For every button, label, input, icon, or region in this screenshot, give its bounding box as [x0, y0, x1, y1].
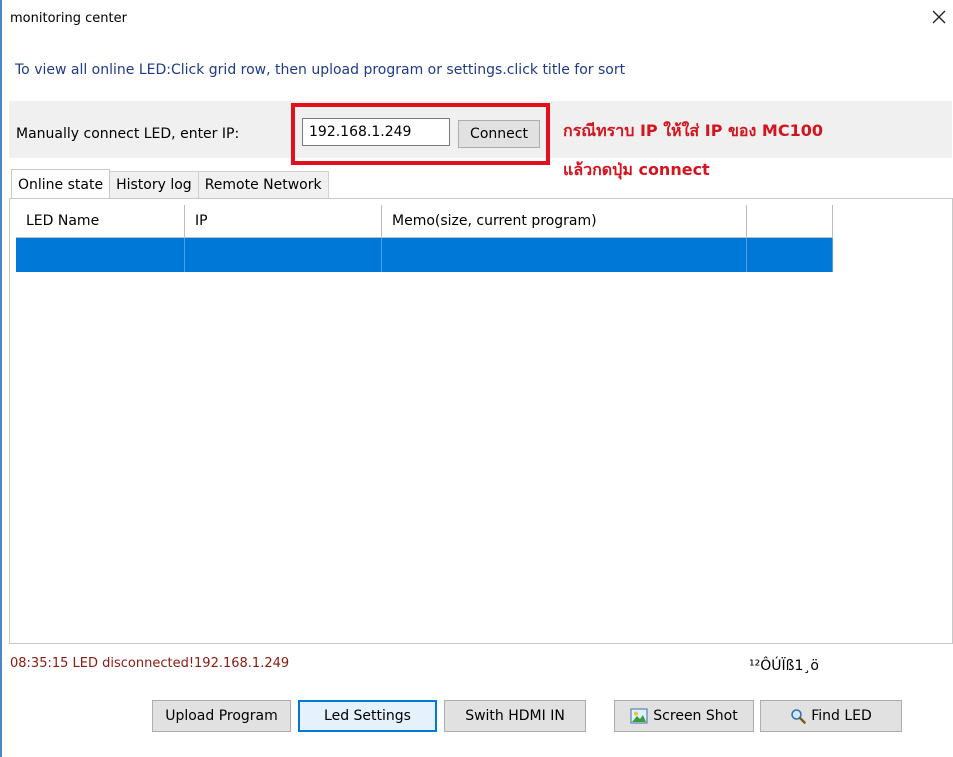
column-header-led-name[interactable]: LED Name: [16, 205, 185, 237]
column-header-memo[interactable]: Memo(size, current program): [382, 205, 747, 237]
monitoring-center-window: monitoring center To view all online LED…: [0, 0, 953, 757]
online-count-text: ¹²ÔÚÏß1¸ö: [749, 658, 819, 674]
annotation-line-1: กรณีทราบ IP ให้ใส่ IP ของ MC100: [563, 121, 823, 140]
picture-icon: [630, 708, 648, 724]
close-button[interactable]: [928, 6, 950, 28]
switch-hdmi-button[interactable]: Swith HDMI IN: [444, 700, 586, 732]
find-led-label: Find LED: [811, 708, 872, 724]
ip-input[interactable]: [302, 118, 450, 146]
tab-history-log[interactable]: History log: [109, 171, 199, 198]
connect-button[interactable]: Connect: [458, 120, 540, 148]
close-icon: [932, 10, 946, 24]
tab-remote-network[interactable]: Remote Network: [197, 171, 329, 198]
table-row[interactable]: [16, 238, 833, 272]
cell-ip[interactable]: [185, 238, 382, 272]
switch-hdmi-label: Swith HDMI IN: [465, 708, 565, 724]
cell-memo[interactable]: [382, 238, 747, 272]
cell-extra[interactable]: [747, 238, 833, 272]
window-title: monitoring center: [10, 11, 127, 26]
window-left-border: [0, 0, 2, 757]
magnifier-icon: [791, 709, 806, 724]
tab-strip: Online state History log Remote Network: [11, 169, 329, 198]
column-header-ip[interactable]: IP: [185, 205, 382, 237]
led-settings-button[interactable]: Led Settings: [298, 700, 437, 732]
led-settings-label: Led Settings: [324, 708, 411, 724]
upload-program-label: Upload Program: [165, 708, 278, 724]
find-led-button[interactable]: Find LED: [760, 700, 902, 732]
column-header-extra[interactable]: [747, 205, 833, 237]
screen-shot-button[interactable]: Screen Shot: [614, 700, 754, 732]
screen-shot-label: Screen Shot: [653, 708, 738, 724]
info-text: To view all online LED:Click grid row, t…: [15, 62, 626, 78]
connect-label: Manually connect LED, enter IP:: [16, 126, 240, 142]
tab-online-state[interactable]: Online state: [11, 169, 111, 198]
upload-program-button[interactable]: Upload Program: [152, 700, 291, 732]
grid-header: LED Name IP Memo(size, current program): [16, 205, 833, 238]
led-grid: LED Name IP Memo(size, current program): [16, 205, 833, 272]
annotation-line-2: แล้วกดปุ่ม connect: [563, 160, 710, 179]
status-message: 08:35:15 LED disconnected!192.168.1.249: [10, 656, 290, 671]
cell-led-name[interactable]: [16, 238, 185, 272]
